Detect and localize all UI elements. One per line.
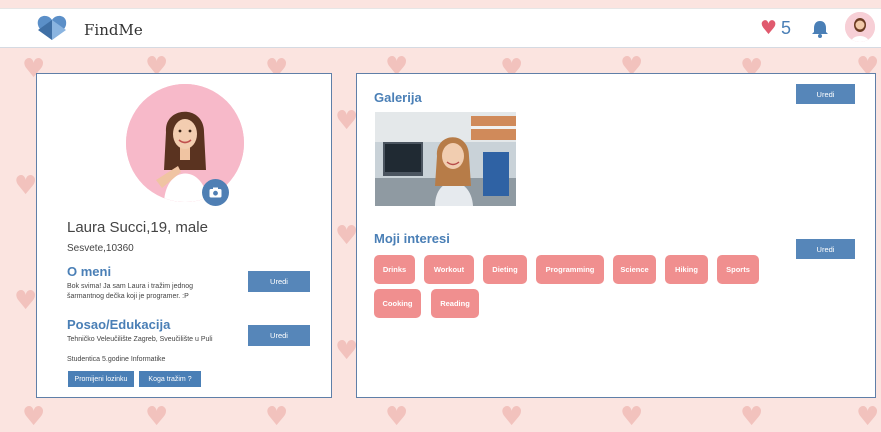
about-text-line-2: šarmantnog dečka koji je programer. :P — [67, 293, 189, 300]
background-heart-icon: ♥ — [265, 402, 289, 432]
interest-tag[interactable]: Drinks — [374, 255, 415, 284]
background-heart-icon: ♥ — [740, 402, 764, 432]
change-password-button[interactable]: Promijeni lozinku — [68, 371, 134, 387]
background-heart-icon: ♥ — [335, 336, 359, 366]
about-text-line-1: Bok svima! Ja sam Laura i tražim jednog — [67, 283, 194, 290]
study-text: Studentica 5.godine Informatike — [67, 356, 166, 363]
background-heart-icon: ♥ — [145, 402, 169, 432]
background-heart-icon: ♥ — [22, 402, 46, 432]
gallery-title: Galerija — [374, 90, 422, 105]
edit-interests-button[interactable]: Uredi — [796, 239, 855, 259]
background-heart-icon: ♥ — [500, 402, 524, 432]
edit-work-button[interactable]: Uredi — [248, 325, 310, 346]
interest-tag[interactable]: Cooking — [374, 289, 421, 318]
work-text: Tehničko Veleučilište Zagreb, Sveučilišt… — [67, 336, 213, 343]
gallery-photo[interactable] — [375, 112, 516, 206]
edit-about-button[interactable]: Uredi — [248, 271, 310, 292]
profile-location: Sesvete,10360 — [67, 243, 134, 254]
bell-icon[interactable] — [810, 19, 830, 39]
edit-gallery-button[interactable]: Uredi — [796, 84, 855, 104]
logo-icon[interactable] — [36, 13, 68, 45]
background-heart-icon: ♥ — [335, 106, 359, 136]
background-heart-icon: ♥ — [335, 221, 359, 251]
likes-counter[interactable]: ♥ 5 — [760, 18, 791, 39]
interest-tag[interactable]: Reading — [431, 289, 479, 318]
interest-tag[interactable]: Science — [613, 255, 656, 284]
heart-icon: ♥ — [760, 17, 778, 39]
user-avatar[interactable] — [845, 12, 875, 42]
interest-tag[interactable]: Programming — [536, 255, 604, 284]
about-title: O meni — [67, 264, 112, 279]
background-heart-icon: ♥ — [620, 402, 644, 432]
profile-name: Laura Succi,19, male — [67, 219, 208, 236]
looking-for-button[interactable]: Koga tražim ? — [139, 371, 201, 387]
background-heart-icon: ♥ — [14, 171, 38, 201]
gallery-interests-panel: Galerija Uredi Moji interesi Uredi Drink… — [356, 73, 876, 398]
likes-count: 5 — [781, 18, 792, 38]
interest-tag[interactable]: Sports — [717, 255, 759, 284]
top-navigation-bar: FindMe ♥ 5 — [0, 8, 881, 48]
change-photo-button[interactable] — [202, 179, 229, 206]
camera-icon — [209, 187, 222, 198]
background-heart-icon: ♥ — [385, 402, 409, 432]
interests-title: Moji interesi — [374, 231, 450, 246]
app-name[interactable]: FindMe — [84, 21, 143, 39]
interest-tag[interactable]: Workout — [424, 255, 474, 284]
work-title: Posao/Edukacija — [67, 317, 171, 332]
interest-tag[interactable]: Dieting — [483, 255, 527, 284]
interest-tag[interactable]: Hiking — [665, 255, 708, 284]
profile-panel: Laura Succi,19, male Sesvete,10360 O men… — [36, 73, 332, 398]
background-heart-icon: ♥ — [14, 286, 38, 316]
background-heart-icon: ♥ — [856, 402, 880, 432]
